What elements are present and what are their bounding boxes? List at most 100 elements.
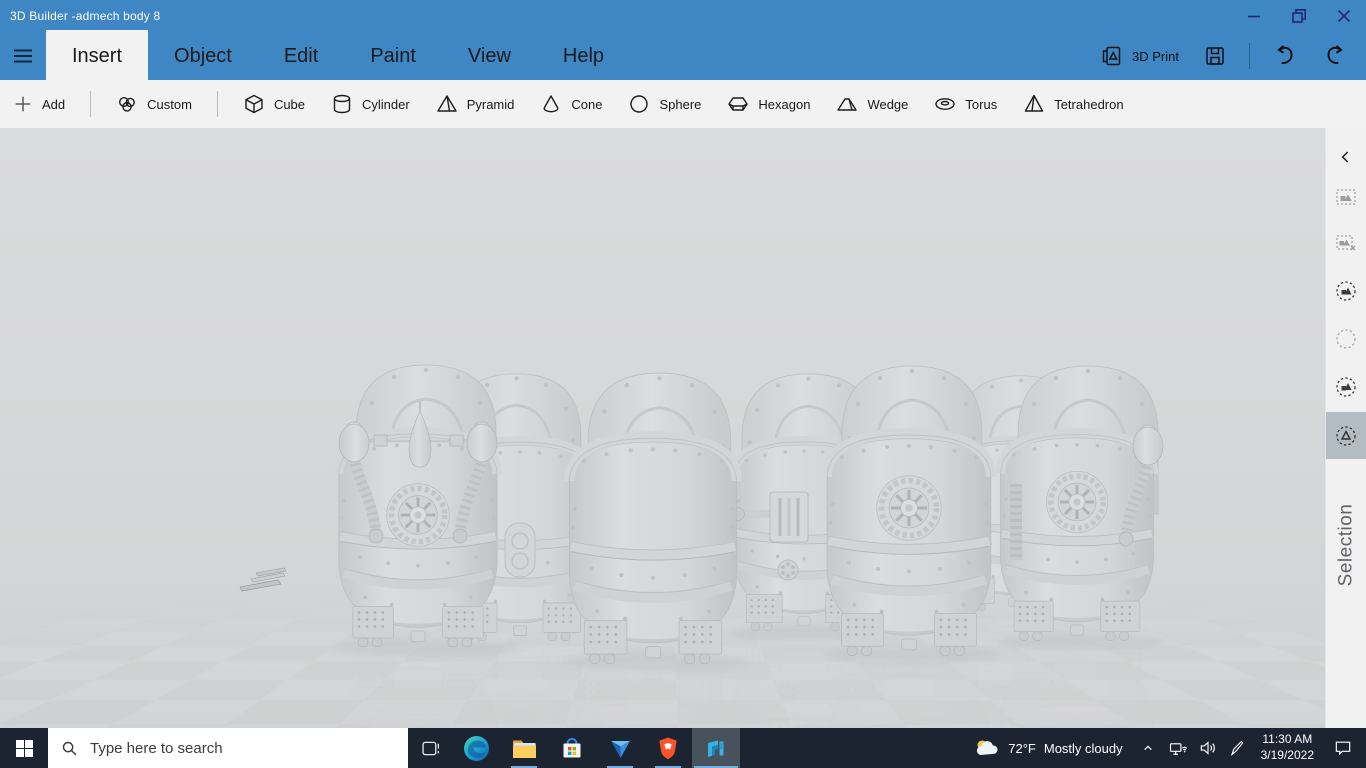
single-selection-icon (1336, 425, 1356, 446)
windows-ink-workspace[interactable] (1223, 728, 1253, 768)
3d-builder-icon (708, 740, 724, 757)
model-body[interactable] (339, 363, 498, 647)
start-button[interactable] (0, 728, 48, 768)
model-stacked-plates[interactable] (239, 567, 287, 592)
action-center-button[interactable] (1322, 728, 1364, 768)
brave-icon (659, 737, 677, 759)
volume-control[interactable] (1193, 728, 1223, 768)
windows-logo-icon (15, 739, 33, 757)
hamburger-menu-button[interactable] (0, 32, 46, 80)
add-button[interactable]: Add (0, 80, 78, 128)
close-button[interactable] (1321, 0, 1366, 32)
pyramid-button[interactable]: Pyramid (423, 80, 528, 128)
titlebar: 3D Builder -admech body 8 (0, 0, 1366, 32)
chevron-left-icon (1341, 151, 1349, 163)
select-all-button[interactable] (1326, 174, 1366, 220)
weather-condition: Mostly cloudy (1043, 740, 1123, 756)
multi-selection-button[interactable] (1326, 364, 1366, 410)
deselect-all-icon (1336, 235, 1356, 251)
model-body[interactable] (569, 371, 737, 663)
close-icon (1337, 9, 1350, 23)
3d-models-scene[interactable] (0, 128, 1326, 728)
microsoft-store-icon (563, 738, 581, 758)
taskbar-app-vortex[interactable] (596, 728, 644, 768)
plus-icon (15, 96, 31, 112)
minimize-button[interactable] (1231, 0, 1276, 32)
save-icon (1206, 47, 1224, 65)
weather-temperature: 72°F (1008, 740, 1036, 756)
invert-selection-button[interactable] (1326, 268, 1366, 314)
taskbar-app-3d-builder[interactable] (692, 728, 740, 768)
window-controls (1231, 0, 1366, 32)
tab-view[interactable]: View (442, 32, 537, 80)
file-explorer-icon (512, 740, 536, 758)
vortex-icon (610, 740, 630, 758)
select-all-icon (1336, 189, 1356, 205)
tab-paint[interactable]: Paint (344, 32, 442, 80)
undo-button[interactable] (1260, 32, 1310, 80)
tray-expand-button[interactable] (1133, 728, 1163, 768)
cylinder-button[interactable]: Cylinder (318, 80, 423, 128)
single-selection-button[interactable] (1326, 412, 1366, 459)
shape-toolbar: Add Custom Cube Cylinder Pyramid Cone Sp… (0, 80, 1366, 128)
taskbar-app-edge[interactable] (452, 728, 500, 768)
taskbar-clock[interactable]: 11:30 AM 3/19/2022 (1253, 732, 1322, 763)
speaker-icon (1200, 741, 1215, 755)
redo-icon (1327, 45, 1343, 64)
3d-builder-window: 3D Builder -admech body 8 Insert Object … (0, 0, 1366, 768)
tab-object[interactable]: Object (148, 32, 258, 80)
torus-button[interactable]: Torus (921, 80, 1010, 128)
taskbar-app-microsoft-store[interactable] (548, 728, 596, 768)
search-input[interactable] (88, 738, 372, 758)
tab-insert[interactable]: Insert (46, 30, 149, 80)
wedge-icon (837, 98, 858, 111)
taskbar-app-file-explorer[interactable] (500, 728, 548, 768)
model-body[interactable] (1000, 364, 1163, 640)
menubar-separator (1249, 43, 1250, 69)
pen-icon (1230, 740, 1244, 756)
3d-print-button[interactable]: 3D Print (1087, 32, 1191, 80)
search-icon (62, 741, 77, 755)
cone-button[interactable]: Cone (527, 80, 615, 128)
weather-widget[interactable]: 72°F Mostly cloudy (964, 728, 1132, 768)
save-button[interactable] (1191, 32, 1239, 80)
action-center-icon (1335, 741, 1351, 756)
menubar: Insert Object Edit Paint View Help 3D Pr… (0, 30, 1366, 80)
task-view-button[interactable] (408, 728, 452, 768)
3d-print-icon (1102, 46, 1121, 66)
pyramid-icon (437, 95, 457, 112)
hexagon-icon (728, 97, 749, 111)
tab-edit[interactable]: Edit (258, 32, 344, 80)
multi-selection-icon (1336, 377, 1356, 397)
custom-shape-button[interactable]: Custom (103, 80, 205, 128)
wedge-button[interactable]: Wedge (823, 80, 921, 128)
custom-shape-icon (119, 96, 136, 112)
chevron-up-icon (1143, 745, 1152, 751)
network-icon (1169, 743, 1187, 755)
system-tray: 72°F Mostly cloudy 11:30 AM 3/19/2022 (964, 728, 1366, 768)
restore-button[interactable] (1276, 0, 1321, 32)
torus-icon (935, 98, 956, 110)
tetrahedron-icon (1025, 94, 1044, 112)
clock-date: 3/19/2022 (1260, 748, 1314, 762)
window-title: 3D Builder -admech body 8 (10, 9, 161, 23)
empty-selection-button[interactable] (1326, 316, 1366, 362)
cone-icon (543, 95, 559, 113)
3d-viewport[interactable] (0, 128, 1326, 728)
tab-help[interactable]: Help (537, 32, 630, 80)
toolbar-separator (216, 91, 218, 117)
task-view-icon (421, 741, 439, 755)
redo-button[interactable] (1310, 32, 1360, 80)
network-status[interactable] (1163, 728, 1193, 768)
undo-icon (1277, 45, 1293, 64)
cube-button[interactable]: Cube (230, 80, 318, 128)
edge-icon (463, 735, 489, 761)
model-body[interactable] (827, 364, 991, 655)
panel-title: Selection (1335, 503, 1357, 587)
sphere-button[interactable]: Sphere (615, 80, 714, 128)
tetrahedron-button[interactable]: Tetrahedron (1010, 80, 1136, 128)
hexagon-button[interactable]: Hexagon (714, 80, 823, 128)
taskbar-search[interactable] (48, 728, 408, 768)
taskbar-app-brave[interactable] (644, 728, 692, 768)
deselect-all-button[interactable] (1326, 220, 1366, 266)
